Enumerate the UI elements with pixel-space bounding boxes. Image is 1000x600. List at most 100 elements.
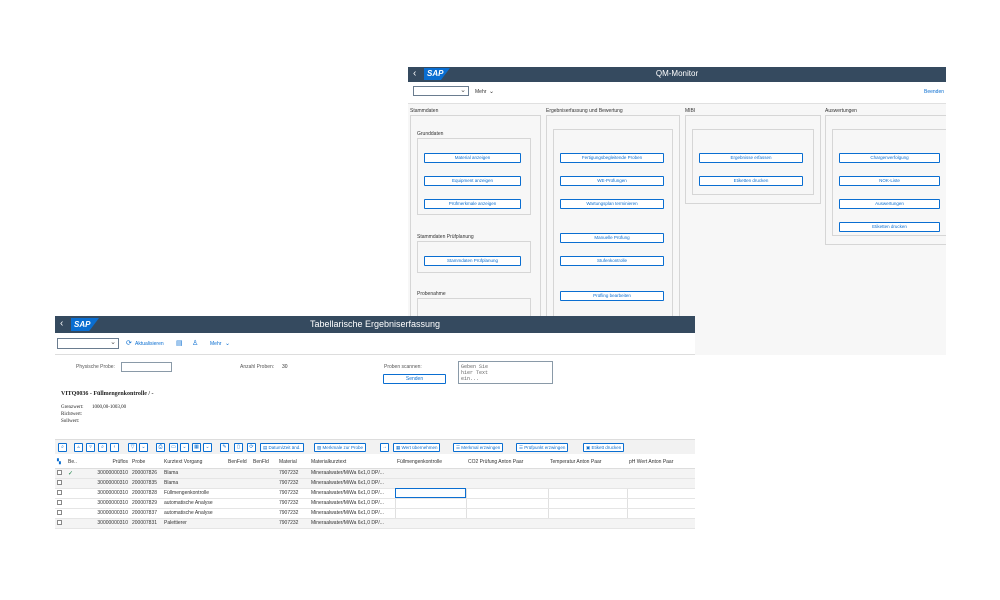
filter-icon[interactable]: ▽ — [128, 443, 137, 452]
temperature-cell[interactable] — [547, 488, 627, 499]
fill-quantity-cell[interactable] — [394, 498, 466, 509]
chevron-down-icon[interactable]: ⌄ — [180, 443, 189, 452]
co2-cell[interactable] — [465, 498, 548, 509]
table-row[interactable]: 30000000310 200007837 automatische Analy… — [55, 508, 695, 519]
sort-descending-icon[interactable]: ▿ — [86, 443, 95, 452]
row-checkbox[interactable] — [55, 508, 66, 519]
row-checkbox[interactable] — [55, 488, 66, 499]
select-all-icon[interactable]: ▚ — [55, 456, 66, 469]
ph-cell[interactable] — [627, 468, 695, 479]
print-label-button[interactable]: ▣ Etikett drucken — [583, 443, 625, 452]
export-icon[interactable]: ▦ — [192, 443, 201, 452]
wartungsplan-terminieren-button[interactable]: Wartungsplan terminieren — [560, 199, 664, 209]
layout-icon[interactable]: ▭ — [169, 443, 178, 452]
change-datetime-button[interactable]: ▤ Datum/Zeit änd. — [260, 443, 304, 452]
row-checkbox[interactable] — [55, 518, 66, 529]
row-checkbox[interactable] — [55, 498, 66, 509]
sample-cell: 200007828 — [130, 488, 162, 499]
pruefmerkmale-anzeigen-button[interactable]: Prüfmerkmale anzeigen — [424, 199, 521, 209]
row-checkbox[interactable] — [55, 468, 66, 479]
fill-quantity-cell[interactable] — [395, 468, 466, 479]
nok-liste-button[interactable]: NOK-Liste — [839, 176, 940, 186]
column-header-material[interactable]: Material — [277, 456, 309, 469]
equipment-anzeigen-button[interactable]: Equipment anzeigen — [424, 176, 521, 186]
column-header-operation[interactable]: Kurztext Vorgang — [162, 456, 226, 469]
refresh-icon[interactable]: ⟳ — [126, 339, 132, 347]
auswertung-etiketten-drucken-button[interactable]: Etiketten drucken — [839, 222, 940, 232]
send-button[interactable]: Senden — [383, 374, 446, 384]
qm-more-menu[interactable]: Mehr — [475, 89, 486, 95]
temperature-cell[interactable] — [548, 468, 627, 479]
fill-quantity-cell[interactable] — [395, 478, 466, 489]
co2-cell[interactable] — [466, 518, 548, 529]
manuelle-pruefung-button[interactable]: Manuelle Prüfung — [560, 233, 664, 243]
search-icon[interactable]: ⌕ — [58, 443, 67, 452]
stammdaten-pruefplanung-button[interactable]: Stammdaten Prüfplanung — [424, 256, 521, 266]
auswertungen-button[interactable]: Auswertungen — [839, 199, 940, 209]
adopt-value-button[interactable]: ▦ Wert übernehmen — [393, 443, 441, 452]
refresh-icon[interactable]: ⟳ — [247, 443, 256, 452]
ph-cell[interactable] — [626, 498, 695, 509]
we-pruefungen-button[interactable]: WE-Prüfungen — [560, 176, 664, 186]
table-row[interactable]: 30000000310 200007829 automatische Analy… — [55, 498, 695, 509]
column-header-material-text[interactable]: Materialkurztext — [309, 456, 395, 469]
pruefling-bearbeiten-button[interactable]: Prüfling bearbeiten — [560, 291, 664, 301]
column-header-fill-quantity[interactable]: Füllmengenkontrolle — [395, 456, 466, 469]
column-header-co2[interactable]: CO2 Prüfung Anton Paar — [466, 456, 548, 469]
fill-quantity-cell[interactable] — [394, 508, 466, 519]
te-more-menu[interactable]: Mehr — [210, 341, 221, 347]
column-header-lot[interactable]: Prüflos — [82, 456, 130, 469]
edit-icon[interactable]: ✎ — [220, 443, 229, 452]
column-header-sample[interactable]: Probe — [130, 456, 162, 469]
chargenverfolgung-button[interactable]: Chargenverfolgung — [839, 153, 940, 163]
force-characteristic-button[interactable]: ☰ Merkmal erzwingen — [453, 443, 504, 452]
ph-cell[interactable] — [627, 478, 695, 489]
fill-quantity-cell[interactable] — [395, 518, 466, 529]
co2-cell[interactable] — [466, 468, 548, 479]
sort-ascending-icon[interactable]: ▵ — [74, 443, 83, 452]
column-header-benfld[interactable]: BenFld — [251, 456, 277, 469]
find-next-icon[interactable]: ‹ — [110, 443, 119, 452]
ph-cell[interactable] — [626, 508, 695, 519]
chevron-down-icon[interactable]: ⌄ — [203, 443, 212, 452]
column-header-ph[interactable]: pH Wert Anton Paar — [627, 456, 695, 469]
co2-cell[interactable] — [465, 508, 548, 519]
scan-textarea[interactable]: Geben Sie hier Text ein... — [458, 361, 553, 384]
column-header-benfeld[interactable]: BenFeld — [226, 456, 251, 469]
delete-icon[interactable]: ▯ — [234, 443, 243, 452]
export-arrow-icon[interactable]: → — [380, 443, 389, 452]
ph-cell[interactable] — [627, 518, 695, 529]
user-settings-icon[interactable]: ♙ — [192, 339, 198, 347]
te-variant-dropdown[interactable]: ⌄ — [57, 338, 119, 349]
temperature-cell[interactable] — [547, 508, 627, 519]
ph-cell[interactable] — [626, 488, 695, 499]
fertigungsbegleitende-proben-button[interactable]: Fertigungsbegleitende Proben — [560, 153, 664, 163]
characteristics-to-sample-button[interactable]: ▨ Merkmale zur Probe — [314, 443, 367, 452]
force-checkpoint-button[interactable]: ☰ Prüfpunkt erzwingen — [516, 443, 569, 452]
material-anzeigen-button[interactable]: Material anzeigen — [424, 153, 521, 163]
refresh-button[interactable]: Aktualisieren — [135, 341, 164, 347]
temperature-cell[interactable] — [548, 518, 627, 529]
table-row[interactable]: 30000000310 200007835 Blama 7907232 Mine… — [55, 478, 695, 489]
table-row[interactable]: 30000000310 200007828 Füllmengenkontroll… — [55, 488, 695, 499]
mibi-etiketten-drucken-button[interactable]: Etiketten drucken — [699, 176, 803, 186]
temperature-cell[interactable] — [548, 478, 627, 489]
co2-cell[interactable] — [465, 488, 548, 499]
row-checkbox[interactable] — [55, 478, 66, 489]
column-header-temperature[interactable]: Temperatur Anton Paar — [548, 456, 627, 469]
qm-exit-button[interactable]: Beenden — [924, 89, 944, 95]
table-row[interactable]: ✓ 30000000310 200007826 Blama 7907232 Mi… — [55, 468, 695, 479]
physical-sample-input[interactable] — [121, 362, 172, 372]
print-icon[interactable]: ⎙ — [156, 443, 165, 452]
table-row[interactable]: 30000000310 200007831 Palettierer 790723… — [55, 518, 695, 529]
find-icon[interactable]: ⌕ — [98, 443, 107, 452]
co2-cell[interactable] — [466, 478, 548, 489]
ergebnisse-erfassen-button[interactable]: Ergebnisse erfassen — [699, 153, 803, 163]
clipboard-icon[interactable]: ▤ — [176, 339, 183, 347]
qm-variant-dropdown[interactable]: ⌄ — [413, 86, 469, 96]
stufenkontrolle-button[interactable]: Stufenkontrolle — [560, 256, 664, 266]
column-header-status[interactable]: Be.. — [66, 456, 82, 469]
chevron-down-icon[interactable]: ⌄ — [139, 443, 148, 452]
temperature-cell[interactable] — [547, 498, 627, 509]
fill-quantity-input-cell[interactable] — [394, 488, 466, 499]
